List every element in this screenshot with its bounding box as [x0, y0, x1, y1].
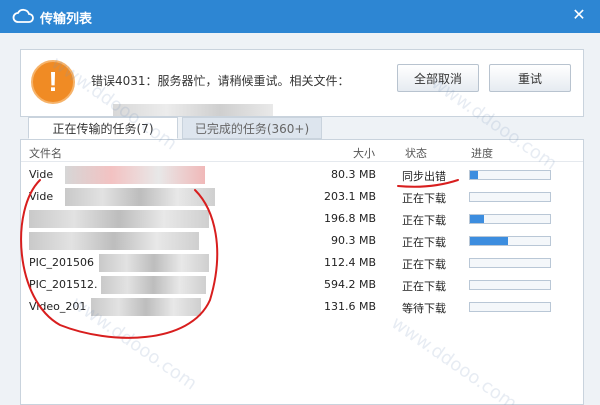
file-size: 203.1 MB — [323, 190, 376, 203]
file-status: 正在下载 — [402, 258, 446, 271]
file-status: 等待下载 — [402, 302, 446, 315]
redacted-filename — [99, 254, 209, 272]
file-size: 196.8 MB — [323, 212, 376, 225]
file-status: 同步出错 — [402, 170, 446, 183]
progress-fill — [470, 237, 509, 245]
column-header-progress[interactable]: 进度 — [471, 145, 493, 161]
file-name: Vide — [29, 190, 54, 203]
tab-bar: 正在传输的任务(7) 已完成的任务(360+) — [20, 115, 584, 139]
window-title: 传输列表 — [40, 12, 93, 27]
redacted-filename — [65, 188, 215, 206]
warning-icon: ! — [31, 60, 75, 104]
progress-fill — [470, 215, 485, 223]
progress-bar — [469, 170, 551, 180]
cloud-icon — [12, 8, 34, 23]
table-row[interactable]: Vide 80.3 MB 同步出错 — [21, 164, 583, 186]
file-size: 131.6 MB — [323, 300, 376, 313]
column-header-name[interactable]: 文件名 — [29, 145, 62, 161]
progress-bar — [469, 192, 551, 202]
file-status: 正在下载 — [402, 192, 446, 205]
file-status: 正在下载 — [402, 280, 446, 293]
close-icon[interactable]: ✕ — [570, 6, 588, 24]
transfer-list: 文件名 大小 状态 进度 Vide 80.3 MB 同步出错 Vide 203.… — [20, 139, 584, 405]
table-row[interactable]: 90.3 MB 正在下载 — [21, 230, 583, 252]
progress-bar — [469, 280, 551, 290]
redacted-filename — [29, 232, 199, 250]
table-row[interactable]: Vide 203.1 MB 正在下载 — [21, 186, 583, 208]
progress-fill — [470, 171, 478, 179]
redacted-filename — [91, 298, 201, 316]
file-size: 112.4 MB — [323, 256, 376, 269]
file-status: 正在下载 — [402, 236, 446, 249]
list-header: 文件名 大小 状态 进度 — [21, 140, 583, 162]
redacted-filename — [65, 166, 205, 184]
table-row[interactable]: Video_201 131.6 MB 等待下载 — [21, 296, 583, 318]
error-panel: ! 错误4031：服务器忙，请稍候重试。相关文件： 全部取消 重试 — [20, 49, 584, 117]
redacted-filename — [101, 276, 206, 294]
column-header-status[interactable]: 状态 — [405, 145, 427, 161]
file-status: 正在下载 — [402, 214, 446, 227]
progress-bar — [469, 258, 551, 268]
tab-completed[interactable]: 已完成的任务(360+) — [182, 117, 322, 139]
table-row[interactable]: PIC_201506 112.4 MB 正在下载 — [21, 252, 583, 274]
file-name: PIC_201506 — [29, 256, 95, 269]
retry-button[interactable]: 重试 — [489, 64, 571, 92]
table-row[interactable]: PIC_201512. 594.2 MB 正在下载 — [21, 274, 583, 296]
file-size: 594.2 MB — [323, 278, 376, 291]
transfer-window: ! 错误4031：服务器忙，请稍候重试。相关文件： 全部取消 重试 正在传输的任… — [0, 33, 600, 405]
file-name: Video_201 — [29, 300, 87, 313]
file-size: 80.3 MB — [330, 168, 376, 181]
cancel-all-button[interactable]: 全部取消 — [397, 64, 479, 92]
table-row[interactable]: 196.8 MB 正在下载 — [21, 208, 583, 230]
title-bar: 传输列表 ✕ — [0, 0, 600, 33]
file-size: 90.3 MB — [330, 234, 376, 247]
progress-bar — [469, 214, 551, 224]
file-name: Vide — [29, 168, 54, 181]
progress-bar — [469, 302, 551, 312]
column-header-size[interactable]: 大小 — [353, 145, 375, 161]
redacted-filename — [29, 210, 209, 228]
file-name: PIC_201512. — [29, 278, 98, 291]
tab-in-progress[interactable]: 正在传输的任务(7) — [28, 117, 178, 139]
progress-bar — [469, 236, 551, 246]
error-message: 错误4031：服务器忙，请稍候重试。相关文件： — [91, 74, 350, 88]
